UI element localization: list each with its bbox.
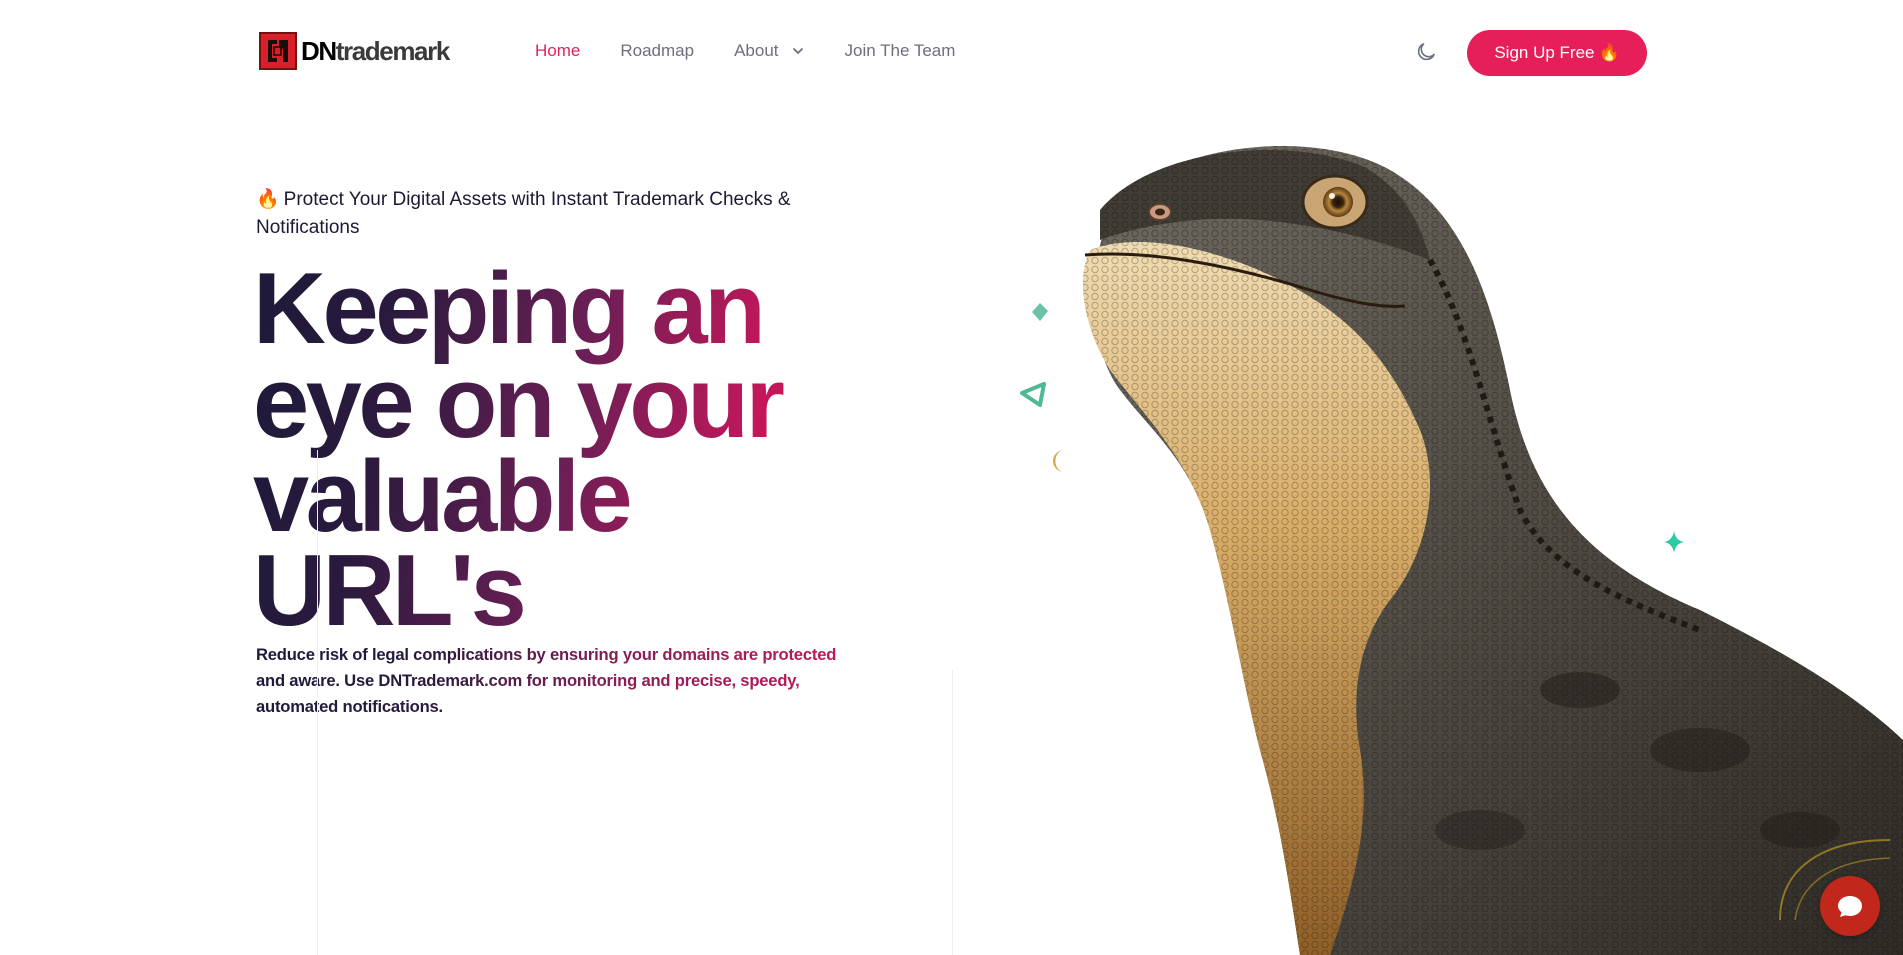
triangle-shape bbox=[1020, 382, 1046, 407]
logo-icon bbox=[259, 32, 297, 70]
nav-join-the-team-label: Join The Team bbox=[844, 41, 956, 60]
hero-tagline-text: Protect Your Digital Assets with Instant… bbox=[256, 189, 791, 238]
moon-icon bbox=[1417, 43, 1435, 61]
chat-bubble-icon bbox=[1838, 896, 1862, 917]
main-nav: Home Roadmap About Join The Team bbox=[535, 41, 955, 61]
grid-divider-line bbox=[952, 670, 953, 955]
fire-icon: 🔥 bbox=[256, 189, 280, 210]
logo-text: DNtrademark bbox=[301, 35, 451, 67]
sign-up-button[interactable]: Sign Up Free 🔥 bbox=[1467, 30, 1647, 76]
theme-toggle-button[interactable] bbox=[1414, 40, 1438, 64]
diamond-shape bbox=[1032, 303, 1048, 321]
sign-up-label: Sign Up Free bbox=[1494, 43, 1595, 62]
hero-subtext: Reduce risk of legal complications by en… bbox=[256, 642, 856, 720]
nav-about-label: About bbox=[734, 41, 779, 60]
nav-roadmap-label: Roadmap bbox=[620, 41, 695, 60]
fire-icon: 🔥 bbox=[1598, 43, 1620, 62]
nav-join-the-team[interactable]: Join The Team bbox=[845, 41, 956, 61]
nav-roadmap[interactable]: Roadmap bbox=[620, 41, 694, 61]
site-header: DNtrademark Home Roadmap About Join The … bbox=[0, 0, 1903, 106]
site-logo[interactable]: DNtrademark bbox=[259, 32, 451, 70]
logo-text-strong: DN bbox=[301, 35, 337, 66]
chat-button[interactable] bbox=[1820, 876, 1880, 936]
grid-divider-line bbox=[317, 450, 318, 955]
nav-about[interactable]: About bbox=[734, 41, 804, 61]
chevron-down-icon bbox=[792, 48, 803, 54]
hero-headline: Keeping an eye on your valuable URL's bbox=[253, 259, 853, 642]
logo-text-rest: trademark bbox=[335, 35, 451, 66]
hero-tagline: 🔥 Protect Your Digital Assets with Instan… bbox=[256, 186, 836, 242]
nav-home[interactable]: Home bbox=[535, 41, 580, 61]
nav-home-label: Home bbox=[535, 41, 581, 60]
